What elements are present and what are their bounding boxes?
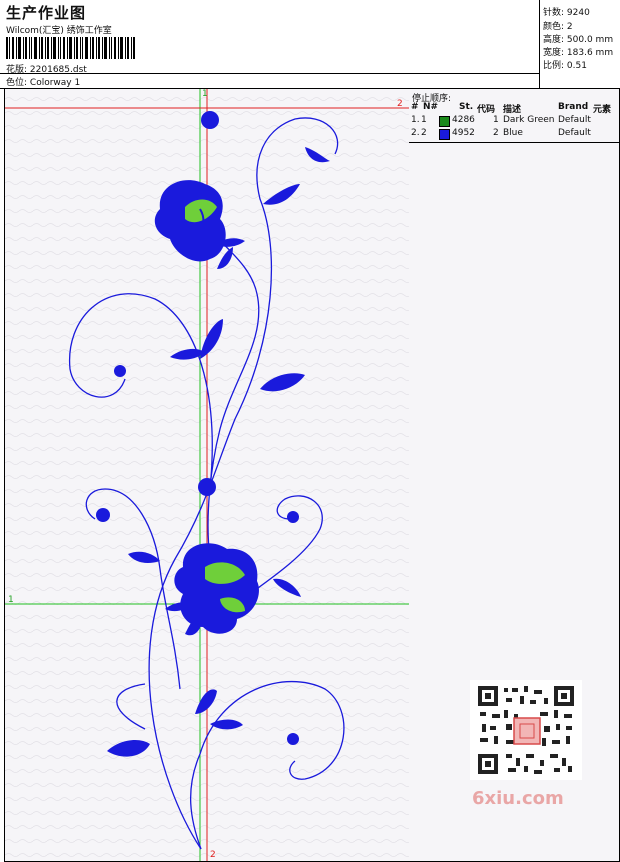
- marker-bottom-2: 2: [210, 850, 216, 860]
- colorway-label: 色位:: [6, 78, 28, 88]
- design-width: 宽度: 183.6 mm: [543, 48, 614, 58]
- thread-swatch-dark-green: [439, 116, 450, 127]
- sheet-subtitle: Wilcom(汇宝) 绣饰工作室: [6, 26, 112, 36]
- col-stitches: St.: [459, 102, 474, 112]
- stop-sequence-table: # N# St. 代码 描述 Brand 元素 1. 1 4286 1 Dark…: [409, 102, 619, 143]
- col-brand: Brand: [558, 102, 589, 112]
- col-num: #: [411, 102, 419, 112]
- col-description: 描述: [503, 105, 522, 115]
- table-row[interactable]: 2. 2 4952 2 Blue Default: [409, 128, 619, 141]
- col-needle: N#: [423, 102, 439, 112]
- watermark-logo: 6xiu.com: [472, 788, 564, 809]
- design-scale: 比例: 0.51: [543, 61, 587, 71]
- design-height: 高度: 500.0 mm: [543, 35, 614, 45]
- stitch-count: 针数: 9240: [543, 8, 590, 18]
- color-count: 颜色: 2: [543, 22, 573, 32]
- design-canvas[interactable]: 1 2 1 2: [4, 88, 411, 862]
- marker-right-2: 2: [397, 99, 403, 109]
- barcode-image: [6, 37, 135, 59]
- table-row[interactable]: 1. 1 4286 1 Dark Green Default: [409, 115, 619, 128]
- thread-swatch-blue: [439, 129, 450, 140]
- header-divider: [0, 73, 539, 74]
- marker-top-1: 1: [202, 89, 208, 99]
- col-code: 代码: [477, 105, 496, 115]
- embroidery-design: 1 2 1 2: [5, 89, 410, 861]
- sheet-title: 生产作业图: [6, 4, 87, 22]
- marker-left-1: 1: [8, 595, 14, 605]
- col-element: 元素: [593, 105, 612, 115]
- qr-code-image: [470, 680, 582, 780]
- sheet-header: 生产作业图 Wilcom(汇宝) 绣饰工作室 花版: 2201685.dst 色…: [0, 0, 620, 89]
- stats-box: 针数: 9240 颜色: 2 高度: 500.0 mm 宽度: 183.6 mm…: [539, 0, 620, 88]
- colorway-value: Colorway 1: [29, 78, 81, 88]
- colorway-row: 色位: Colorway 1: [6, 75, 80, 88]
